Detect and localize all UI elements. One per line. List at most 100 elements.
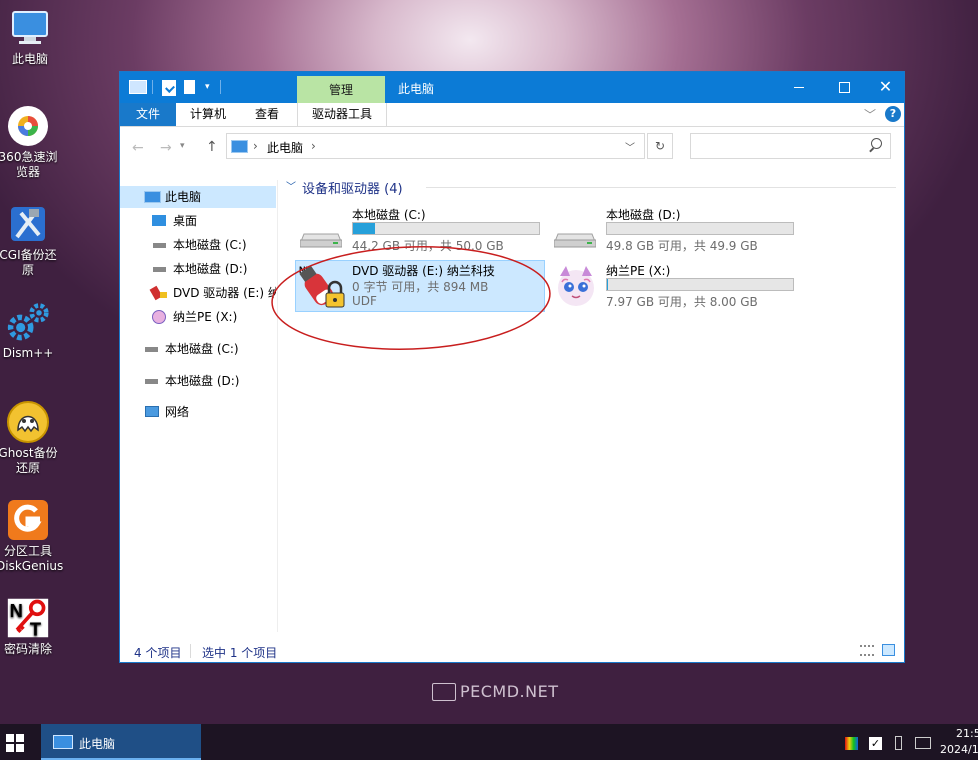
desktop-icon-cgi[interactable]: CGI备份还原 [0, 202, 60, 278]
drive-space-info: 7.97 GB 可用，共 8.00 GB [606, 295, 758, 309]
drive-tile-d[interactable]: 本地磁盘 (D:) 49.8 GB 可用，共 49.9 GB [550, 206, 800, 258]
nav-item-drive-d[interactable]: 本地磁盘 (D:) [120, 370, 276, 392]
watermark-text: PECMD.NET [460, 682, 559, 701]
close-button[interactable]: ✕ [867, 72, 904, 103]
svg-text:N: N [10, 600, 23, 621]
gear-icon [6, 300, 50, 344]
nav-label: 纳兰PE (X:) [173, 310, 238, 324]
search-icon-handle [869, 147, 874, 153]
taskbar-item-this-pc[interactable]: 此电脑 [41, 724, 201, 760]
ghost-icon [6, 400, 50, 444]
nav-item-dvd-e[interactable]: DVD 驱动器 (E:) 纳 [120, 282, 276, 304]
breadcrumb-separator-icon: › [311, 139, 316, 153]
desktop-icon-this-pc[interactable]: 此电脑 [0, 6, 62, 67]
lock-icon [160, 292, 167, 298]
desktop-icon-dism[interactable]: Dism++ [0, 300, 60, 361]
nav-item-network[interactable]: 网络 [120, 401, 276, 423]
address-bar[interactable]: › 此电脑 › ﹀ [226, 133, 645, 159]
drive-tile-pe-x[interactable]: 纳兰PE (X:) 7.97 GB 可用，共 8.00 GB [550, 262, 800, 314]
desktop-icon-label: 此电脑 [11, 52, 48, 66]
hard-drive-icon [553, 226, 597, 248]
browser-icon [6, 104, 50, 148]
taskbar: 此电脑 ✓ 21:5 2024/1 [0, 724, 978, 760]
drive-icon [153, 267, 166, 272]
refresh-button[interactable]: ↻ [647, 133, 673, 159]
group-header[interactable]: ﹀ 设备和驱动器 (4) [286, 178, 898, 197]
tab-view[interactable]: 查看 [242, 103, 292, 126]
selected-count: 选中 1 个项目 [202, 646, 278, 660]
properties-icon[interactable] [162, 80, 176, 96]
explorer-window: ▾ 管理 此电脑 ✕ 文件 计算机 查看 驱动器工具 ﹀ ? ← → ▾ ↑ ›… [119, 71, 905, 663]
desktop-icon-browser[interactable]: 360急速浏览器 [0, 104, 60, 180]
forward-arrow-icon[interactable]: → [160, 140, 172, 156]
nav-label: 桌面 [173, 214, 198, 228]
nav-label: 此电脑 [165, 190, 202, 204]
desktop-icon-password[interactable]: NT 密码清除 [0, 596, 60, 657]
pe-mascot-icon [552, 262, 600, 310]
address-dropdown-icon[interactable]: ﹀ [625, 139, 635, 154]
recent-dropdown-icon[interactable]: ▾ [180, 141, 185, 151]
desktop-icon-label: Ghost备份还原 [0, 446, 58, 475]
color-picker-tray-icon[interactable] [845, 737, 858, 750]
drive-icon [145, 379, 158, 384]
nav-label: 网络 [165, 405, 190, 419]
manage-context-tab-header[interactable]: 管理 [297, 76, 385, 103]
quick-access-dropdown-icon[interactable]: ▾ [205, 82, 210, 92]
search-box[interactable] [690, 133, 891, 159]
clock-date[interactable]: 2024/1 [940, 743, 978, 756]
desktop-icon-label: Dism++ [2, 346, 54, 360]
tiles-view-icon[interactable] [882, 644, 895, 656]
nav-label: 本地磁盘 (D:) [173, 262, 248, 276]
nav-item-this-pc[interactable]: 此电脑 [120, 186, 276, 208]
desktop-icon-label: CGI备份还原 [0, 248, 57, 277]
drive-usage-bar [352, 222, 540, 235]
start-button[interactable] [0, 724, 38, 760]
nav-label: DVD 驱动器 (E:) 纳 [173, 286, 276, 300]
monitor-icon [53, 735, 73, 749]
expand-ribbon-icon[interactable]: ﹀ [864, 106, 876, 123]
drive-usage-bar [606, 278, 794, 291]
usb-tray-icon[interactable] [895, 736, 902, 750]
chevron-down-icon: ﹀ [286, 182, 296, 193]
monitor-icon [144, 191, 161, 203]
nav-item-drive-c[interactable]: 本地磁盘 (C:) [120, 234, 276, 256]
drive-space-info: 49.8 GB 可用，共 49.9 GB [606, 239, 758, 253]
checkbox-tray-icon[interactable]: ✓ [869, 737, 882, 750]
breadcrumb[interactable]: 此电脑 [267, 139, 303, 156]
new-folder-icon[interactable] [184, 80, 195, 94]
pe-avatar-icon [152, 310, 166, 324]
maximize-button[interactable] [823, 72, 865, 103]
divider [220, 80, 221, 94]
help-icon[interactable]: ? [885, 106, 901, 122]
nav-item-drive-d[interactable]: 本地磁盘 (D:) [120, 258, 276, 280]
back-arrow-icon[interactable]: ← [132, 140, 144, 156]
title-bar[interactable]: ▾ 管理 此电脑 ✕ [120, 72, 904, 103]
item-count: 4 个项目 [134, 646, 182, 660]
nav-label: 本地磁盘 (C:) [165, 342, 239, 356]
up-arrow-icon[interactable]: ↑ [206, 139, 218, 155]
tab-drive-tools[interactable]: 驱动器工具 [297, 103, 387, 126]
drive-name: 纳兰PE (X:) [606, 264, 671, 278]
nav-item-drive-c[interactable]: 本地磁盘 (C:) [120, 338, 276, 360]
diskgenius-icon [6, 498, 50, 542]
nav-item-pe-x[interactable]: 纳兰PE (X:) [120, 306, 276, 328]
pecmd-watermark: PECMD.NET [432, 682, 559, 701]
details-view-icon[interactable] [860, 645, 874, 656]
search-input[interactable] [695, 137, 859, 157]
group-header-rule [426, 187, 896, 188]
tab-file[interactable]: 文件 [120, 103, 176, 126]
network-tray-icon[interactable] [915, 737, 931, 749]
desktop-folder-icon [152, 215, 166, 226]
desktop-icon-ghost[interactable]: Ghost备份还原 [0, 400, 60, 476]
content-area: ﹀ 设备和驱动器 (4) 本地磁盘 (C:) 44.2 GB 可用，共 50.0… [271, 172, 902, 632]
minimize-button[interactable] [778, 72, 820, 103]
svg-text:T: T [30, 618, 41, 639]
nav-label: 本地磁盘 (D:) [165, 374, 240, 388]
nav-item-desktop[interactable]: 桌面 [120, 210, 276, 232]
navigation-bar: ← → ▾ ↑ › 此电脑 › ﹀ ↻ [120, 127, 904, 167]
clock-time[interactable]: 21:5 [956, 727, 978, 740]
desktop-icon-diskgenius[interactable]: 分区工具DiskGenius [0, 498, 63, 574]
drive-icon [145, 347, 158, 352]
tab-computer[interactable]: 计算机 [178, 103, 238, 126]
nav-label: 本地磁盘 (C:) [173, 238, 247, 252]
